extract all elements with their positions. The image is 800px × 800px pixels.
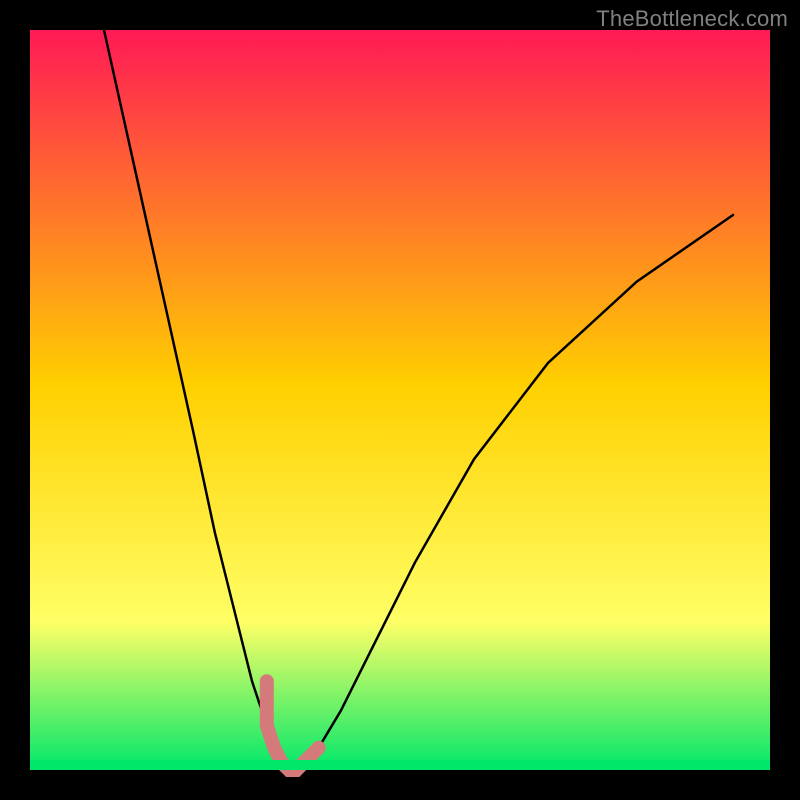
plot-background <box>30 30 770 770</box>
baseline-strip <box>30 760 770 770</box>
watermark-text: TheBottleneck.com <box>596 6 788 32</box>
chart-svg <box>0 0 800 800</box>
